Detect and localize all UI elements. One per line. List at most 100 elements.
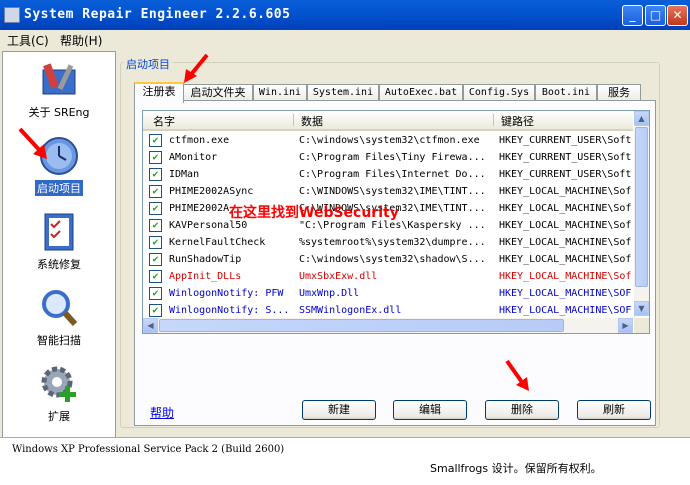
tab-system-ini[interactable]: System.ini (307, 84, 379, 101)
row-checkbox[interactable]: ✔ (149, 236, 162, 249)
title-bar[interactable]: System Repair Engineer 2.2.6.605 _ □ ✕ (0, 0, 690, 30)
row-checkbox[interactable]: ✔ (149, 168, 162, 181)
startup-list[interactable]: 名字 数据 键路径 ✔ ctfmon.exe C:\windows\system32… (142, 110, 650, 334)
row-key-path: HKEY_LOCAL_MACHINE\Sof (499, 203, 632, 214)
sidebar-label: 智能扫描 (37, 334, 81, 347)
menu-tools[interactable]: 工具(C) (7, 32, 49, 49)
vertical-scrollbar[interactable]: ▲ ▼ (634, 111, 649, 316)
row-checkbox[interactable]: ✔ (149, 219, 162, 232)
row-name: AppInit_DLLs (169, 271, 242, 282)
sidebar-item-about[interactable]: 关于 SREng (3, 60, 115, 120)
sidebar-label: 关于 SREng (28, 106, 90, 119)
table-row[interactable]: ✔ AppInit_DLLs UmxSbxExw.dll HKEY_LOCAL_MAC… (143, 268, 633, 285)
menu-bar: 工具(C) 帮助(H) (0, 30, 690, 49)
row-checkbox[interactable]: ✔ (149, 270, 162, 283)
row-key-path: HKEY_LOCAL_MACHINE\Sof (499, 271, 632, 282)
row-checkbox[interactable]: ✔ (149, 134, 162, 147)
row-key-path: HKEY_LOCAL_MACHINE\Sof (499, 237, 632, 248)
table-row[interactable]: ✔ KernelFaultCheck %systemroot%\system32\d… (143, 234, 633, 251)
row-checkbox[interactable]: ✔ (149, 287, 162, 300)
row-name: IDMan (169, 169, 200, 180)
edit-button[interactable]: 编辑 (393, 400, 467, 420)
column-divider[interactable] (493, 114, 494, 126)
table-row[interactable]: ✔ RunShadowTip C:\windows\system32\shadow\… (143, 251, 633, 268)
sidebar-item-repair[interactable]: 系统修复 (3, 212, 115, 272)
row-data: C:\Program Files\Tiny Firewa... (299, 152, 486, 163)
column-name[interactable]: 名字 (153, 113, 175, 129)
menu-help[interactable]: 帮助(H) (60, 32, 102, 49)
row-name: RunShadowTip (169, 254, 242, 265)
gear-plus-icon (39, 364, 79, 404)
scroll-thumb[interactable] (635, 127, 648, 287)
status-bar: Windows XP Professional Service Pack 2 (… (0, 437, 690, 485)
tab-boot-ini[interactable]: Boot.ini (535, 84, 597, 101)
row-checkbox[interactable]: ✔ (149, 185, 162, 198)
row-data: C:\windows\system32\shadow\S... (299, 254, 486, 265)
row-name: AMonitor (169, 152, 218, 163)
row-data: C:\Program Files\Internet Do... (299, 169, 486, 180)
row-data: UmxWnp.Dll (299, 288, 360, 299)
new-button[interactable]: 新建 (302, 400, 376, 420)
minimize-button[interactable]: _ (622, 5, 643, 26)
tab-services[interactable]: 服务 (597, 84, 641, 101)
scroll-left-icon[interactable]: ◀ (143, 318, 158, 333)
sidebar-label: 系统修复 (37, 258, 81, 271)
sidebar-item-extend[interactable]: 扩展 (3, 364, 115, 424)
app-icon (4, 7, 20, 23)
row-checkbox[interactable]: ✔ (149, 253, 162, 266)
row-key-path: HKEY_LOCAL_MACHINE\Sof (499, 220, 632, 231)
tab-autoexec-bat[interactable]: AutoExec.bat (379, 84, 463, 101)
help-link[interactable]: 帮助 (150, 404, 174, 421)
list-header: 名字 数据 键路径 (143, 111, 633, 131)
row-key-path: HKEY_CURRENT_USER\Soft (499, 152, 632, 163)
toolbox-icon (39, 60, 79, 100)
row-name: WinlogonNotify: PFW (169, 288, 284, 299)
delete-button[interactable]: 删除 (485, 400, 559, 420)
row-data: C:\windows\system32\ctfmon.exe (299, 135, 480, 146)
table-row[interactable]: ✔ WinlogonNotify: S... SSMWinlogonEx.dll HK… (143, 302, 633, 319)
column-data[interactable]: 数据 (301, 113, 323, 129)
arrow-icon (184, 53, 209, 83)
sidebar-item-scan[interactable]: 智能扫描 (3, 288, 115, 348)
row-name: ctfmon.exe (169, 135, 230, 146)
maximize-button[interactable]: □ (645, 5, 666, 26)
tab-config-sys[interactable]: Config.Sys (463, 84, 535, 101)
tab-win-ini[interactable]: Win.ini (253, 84, 307, 101)
magnifier-icon (39, 288, 79, 328)
row-checkbox[interactable]: ✔ (149, 202, 162, 215)
arrow-icon (18, 127, 47, 159)
tab-registry[interactable]: 注册表 (134, 82, 184, 103)
os-version-text: Windows XP Professional Service Pack 2 (… (12, 444, 285, 455)
table-row[interactable]: ✔ IDMan C:\Program Files\Internet Do... HKE… (143, 166, 633, 183)
row-data: C:\WINDOWS\system32\IME\TINT... (299, 186, 486, 197)
column-divider[interactable] (293, 114, 294, 126)
row-name: KernelFaultCheck (169, 237, 266, 248)
window-title: System Repair Engineer 2.2.6.605 (24, 7, 291, 22)
scroll-up-icon[interactable]: ▲ (634, 111, 649, 126)
row-key-path: HKEY_CURRENT_USER\Soft (499, 169, 632, 180)
table-row[interactable]: ✔ WinlogonNotify: PFW UmxWnp.Dll HKEY_LOCAL… (143, 285, 633, 302)
column-key-path[interactable]: 键路径 (501, 113, 534, 129)
group-title: 启动项目 (124, 56, 172, 72)
row-name: PHIME2002ASync (169, 186, 254, 197)
row-data: %systemroot%\system32\dumpre... (299, 237, 486, 248)
scroll-right-icon[interactable]: ▶ (618, 318, 633, 333)
scroll-down-icon[interactable]: ▼ (634, 301, 649, 316)
sidebar-label: 扩展 (48, 410, 70, 423)
table-row[interactable]: ✔ AMonitor C:\Program Files\Tiny Firewa...… (143, 149, 633, 166)
row-key-path: HKEY_LOCAL_MACHINE\Sof (499, 186, 632, 197)
row-checkbox[interactable]: ✔ (149, 151, 162, 164)
refresh-button[interactable]: 刷新 (577, 400, 651, 420)
close-button[interactable]: ✕ (667, 5, 688, 26)
row-key-path: HKEY_CURRENT_USER\Soft (499, 135, 632, 146)
tab-startup-folder[interactable]: 启动文件夹 (183, 84, 253, 101)
table-row[interactable]: ✔ PHIME2002ASync C:\WINDOWS\system32\IME\T… (143, 183, 633, 200)
row-data: UmxSbxExw.dll (299, 271, 378, 282)
horizontal-scrollbar[interactable]: ◀ ▶ (143, 318, 633, 333)
sidebar-label: 启动项目 (35, 180, 83, 196)
checklist-icon (39, 212, 79, 252)
scroll-thumb-horizontal[interactable] (159, 319, 564, 332)
annotation-text: 在这里找到WebSecurity (229, 205, 399, 221)
table-row[interactable]: ✔ ctfmon.exe C:\windows\system32\ctfmon.ex… (143, 132, 633, 149)
row-checkbox[interactable]: ✔ (149, 304, 162, 317)
